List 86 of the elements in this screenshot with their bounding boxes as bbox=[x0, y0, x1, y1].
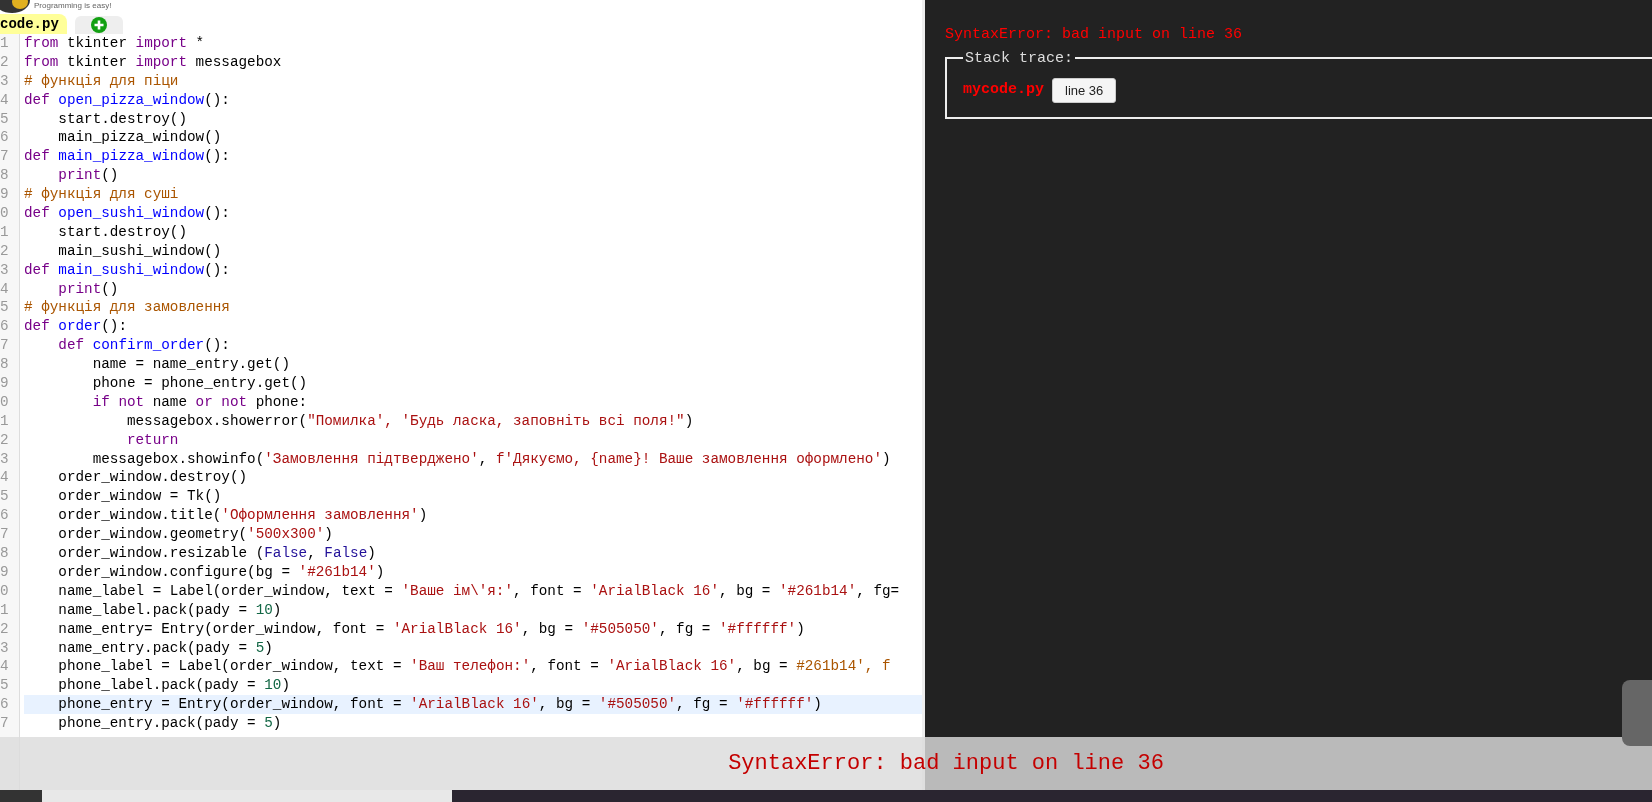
line-number: 7 bbox=[0, 714, 10, 733]
line-number: 4 bbox=[0, 279, 10, 299]
code-line: name_entry.pack(pady = 5) bbox=[57, 638, 274, 658]
code-line: main_sushi_window() bbox=[57, 241, 223, 261]
code-line: name = name_entry.get() bbox=[91, 355, 291, 375]
line-number: 7 bbox=[0, 147, 10, 167]
line-number: 3 bbox=[0, 449, 10, 469]
line-number: 2 bbox=[0, 619, 10, 639]
line-number: 5 bbox=[0, 298, 10, 318]
line-number: 8 bbox=[0, 166, 10, 186]
code-line: phone_label.pack(pady = 10) bbox=[57, 676, 291, 696]
line-number: 1 bbox=[0, 411, 10, 431]
line-number: 7 bbox=[0, 336, 10, 356]
line-button[interactable]: line 36 bbox=[1052, 77, 1117, 103]
code-line: phone_entry.pack(pady = 5) bbox=[57, 714, 283, 733]
line-number: 6 bbox=[0, 695, 10, 715]
line-number: 2 bbox=[0, 430, 10, 450]
code-line: order_window.geometry('500x300') bbox=[57, 525, 334, 545]
line-number: 4 bbox=[0, 468, 10, 488]
line-number: 3 bbox=[0, 260, 10, 280]
line-number: 8 bbox=[0, 544, 10, 563]
line-number: 6 bbox=[0, 317, 10, 337]
line-number: 4 bbox=[0, 90, 10, 110]
taskbar bbox=[0, 790, 42, 802]
code-line: def main_pizza_window(): bbox=[24, 147, 231, 167]
toast-message: SyntaxError: bad input on line 36 bbox=[728, 750, 1164, 778]
code-line: print() bbox=[57, 279, 120, 299]
line-number: 7 bbox=[0, 525, 10, 545]
file-tab[interactable]: code.py bbox=[0, 14, 67, 34]
code-line: print() bbox=[57, 166, 120, 186]
code-line: order_window.destroy() bbox=[57, 468, 249, 488]
line-number: 1 bbox=[0, 222, 10, 242]
code-line: phone_label = Label(order_window, text = 'Ваш телефон:', font = 'ArialBlack 16', bg = #261b14', f bbox=[57, 657, 892, 677]
line-number: 1 bbox=[0, 34, 10, 53]
code-line: def main_sushi_window(): bbox=[24, 260, 231, 280]
line-number: 9 bbox=[0, 562, 10, 582]
code-line: phone = phone_entry.get() bbox=[91, 374, 309, 393]
code-line: def confirm_order(): bbox=[57, 336, 231, 356]
code-line: start.destroy() bbox=[57, 109, 188, 129]
line-number: 3 bbox=[0, 71, 10, 91]
code-line: messagebox.showerror("Помилка', 'Будь ласка, заповніть всі поля!") bbox=[125, 411, 695, 431]
code-line: order_window.resizable (False, False) bbox=[57, 544, 377, 563]
code-line: def open_pizza_window(): bbox=[24, 90, 231, 110]
line-number: 9 bbox=[0, 185, 10, 204]
code-line: messagebox.showinfo('Замовлення підтверджено', f'Дякуємо, {name}! Ваше замовлення оформлено') bbox=[91, 449, 892, 469]
code-line: order_window.configure(bg = '#261b14') bbox=[57, 562, 386, 582]
line-number: 5 bbox=[0, 676, 10, 696]
code-line: name_label = Label(order_window, text = 'Ваше ім\'я:', font = 'ArialBlack 16', bg = '#261b14', fg= bbox=[57, 581, 901, 601]
code-line: def order(): bbox=[24, 317, 128, 337]
line-number: 6 bbox=[0, 128, 10, 148]
line-number: 2 bbox=[0, 241, 10, 261]
line-number: 4 bbox=[0, 657, 10, 677]
line-number: 0 bbox=[0, 392, 10, 412]
code-line: start.destroy() bbox=[57, 222, 188, 242]
line-number: 0 bbox=[0, 581, 10, 601]
add-tab-button[interactable] bbox=[74, 16, 123, 34]
line-number: 6 bbox=[0, 506, 10, 526]
line-number: 2 bbox=[0, 52, 10, 72]
error-message: SyntaxError: bad input on line 36 bbox=[945, 25, 1244, 45]
tagline: Programming is easy! bbox=[34, 1, 112, 11]
code-line: name_entry= Entry(order_window, font = 'ArialBlack 16', bg = '#505050', fg = '#ffffff') bbox=[57, 619, 806, 639]
file-name: mycode.py bbox=[963, 80, 1044, 100]
code-line: # функція для піци bbox=[24, 71, 180, 91]
code-line: from tkinter import * bbox=[24, 34, 206, 53]
code-line: return bbox=[125, 430, 180, 450]
code-line: if not name or not phone: bbox=[91, 392, 309, 412]
code-line: order_window = Tk() bbox=[57, 487, 223, 507]
code-line: # функція для суші bbox=[24, 185, 180, 204]
line-number: 1 bbox=[0, 600, 10, 620]
code-line: def open_sushi_window(): bbox=[24, 204, 231, 223]
line-number: 0 bbox=[0, 204, 10, 223]
line-number: 9 bbox=[0, 374, 10, 393]
code-line: name_label.pack(pady = 10) bbox=[57, 600, 283, 620]
scroll-thumb[interactable] bbox=[1622, 680, 1652, 746]
stack-trace-legend: Stack trace: bbox=[963, 50, 1076, 66]
line-number: 3 bbox=[0, 638, 10, 658]
line-number: 8 bbox=[0, 355, 10, 375]
code-line: main_pizza_window() bbox=[57, 128, 223, 148]
code-line: from tkinter import messagebox bbox=[24, 52, 283, 72]
line-number: 5 bbox=[0, 487, 10, 507]
taskbar-item[interactable] bbox=[42, 790, 452, 802]
line-number: 5 bbox=[0, 109, 10, 129]
logo-icon bbox=[0, 0, 30, 14]
plus-icon bbox=[90, 17, 107, 33]
code-line: # функція для замовлення bbox=[24, 298, 231, 318]
code-line: order_window.title('Оформлення замовлення') bbox=[57, 506, 429, 526]
